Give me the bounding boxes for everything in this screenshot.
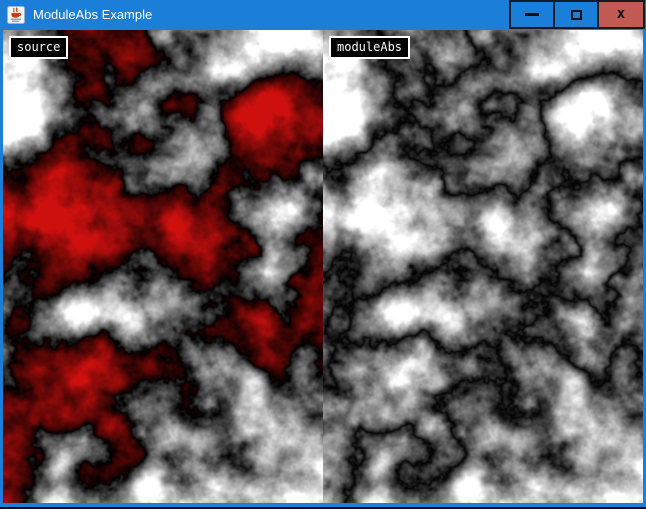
minimize-icon [525, 13, 539, 16]
window-controls: x [509, 0, 645, 29]
window-title: ModuleAbs Example [33, 0, 152, 30]
moduleabs-noise-image [323, 30, 643, 503]
moduleabs-panel: moduleAbs [323, 30, 643, 503]
close-icon: x [617, 7, 625, 21]
close-button[interactable]: x [597, 0, 645, 29]
java-coffee-cup-icon [7, 6, 25, 24]
source-label: source [9, 36, 68, 59]
maximize-icon [571, 10, 582, 20]
maximize-button[interactable] [553, 0, 599, 29]
titlebar[interactable]: ModuleAbs Example x [0, 0, 646, 30]
application-window: ModuleAbs Example x source moduleAbs [0, 0, 646, 509]
moduleabs-label: moduleAbs [329, 36, 410, 59]
content-area: source moduleAbs [0, 30, 646, 503]
source-panel: source [3, 30, 323, 503]
source-noise-image [3, 30, 323, 503]
minimize-button[interactable] [509, 0, 555, 29]
